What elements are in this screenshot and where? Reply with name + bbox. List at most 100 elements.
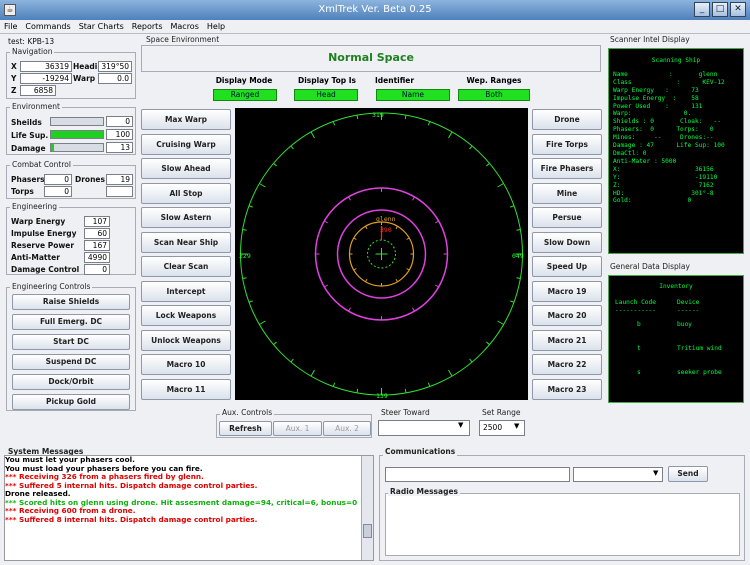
command-button[interactable]: Slow Astern (141, 207, 231, 228)
pickup-gold-button[interactable]: Pickup Gold (12, 394, 130, 410)
radar-tick (406, 268, 410, 271)
steer-toward-select[interactable] (378, 420, 470, 436)
menu-reports[interactable]: Reports (128, 20, 167, 33)
shields-bar (50, 117, 104, 126)
radar-tick (248, 205, 253, 208)
drones-label: Drones (75, 175, 105, 184)
refresh-button[interactable]: Refresh (219, 421, 272, 436)
aux1-button[interactable]: Aux. 1 (273, 421, 322, 436)
radar-tick (353, 268, 357, 271)
scanner-title: Scanner Intel Display (608, 35, 692, 44)
menu-star-charts[interactable]: Star Charts (75, 20, 128, 33)
weapon-ranges-label: Wep. Ranges (466, 76, 522, 85)
title-bar: XmlTrek Ver. Beta 0.25 (0, 0, 750, 20)
command-button[interactable]: Fire Phasers (532, 158, 602, 179)
command-button[interactable]: Unlock Weapons (141, 329, 231, 351)
shields-value: 0 (106, 116, 133, 127)
dock-orbit-button[interactable]: Dock/Orbit (12, 374, 130, 390)
launch-code-header: Launch Code (615, 298, 656, 306)
radar-tick (434, 284, 439, 288)
aux2-button[interactable]: Aux. 2 (323, 421, 371, 436)
scanner-line: DmaCtl: 0 (613, 149, 647, 157)
menu-macros[interactable]: Macros (166, 20, 202, 33)
command-button[interactable]: Macro 10 (141, 354, 231, 375)
scanner-line: Power Used : 131 (613, 102, 703, 110)
lifesup-value: 100 (106, 129, 133, 140)
window-title: XmlTrek Ver. Beta 0.25 (318, 4, 432, 15)
menu-file[interactable]: File (0, 20, 21, 33)
messages-scrollbar[interactable] (361, 456, 373, 560)
eng-label: Warp Energy (11, 217, 66, 226)
message-line: *** Suffered 8 internal hits. Dispatch d… (5, 514, 258, 524)
raise-shields-button[interactable]: Raise Shields (12, 294, 130, 310)
weapon-ranges-toggle[interactable]: Both (458, 89, 530, 101)
command-button[interactable]: Intercept (141, 280, 231, 302)
radio-messages-box (385, 493, 740, 556)
shields-label: Sheilds (11, 118, 42, 127)
command-button[interactable]: Scan Near Ship (141, 231, 231, 253)
scanner-line: Warp Energy : 73 (613, 86, 699, 94)
radar-tick (290, 358, 294, 363)
close-button[interactable]: ✕ (730, 2, 746, 17)
scanner-line: Warp: 0. (613, 110, 692, 118)
command-button[interactable]: Clear Scan (141, 256, 231, 277)
menu-help[interactable]: Help (203, 20, 229, 33)
start-dc-button[interactable]: Start DC (12, 334, 130, 350)
set-range-label: Set Range (480, 408, 523, 417)
nav-z-value: 6858 (20, 85, 56, 96)
menu-commands[interactable]: Commands (21, 20, 74, 33)
message-input[interactable] (385, 467, 570, 482)
scanner-lines: Name : glenn Class : KEV-12 Warp Energy : … (613, 71, 739, 205)
display-mode-label: Display Mode (215, 76, 273, 85)
chevron-down-icon: ▼ (653, 469, 659, 477)
command-button[interactable]: Max Warp (141, 109, 231, 130)
command-button[interactable]: Persue (532, 207, 602, 228)
radar-display[interactable] (235, 108, 528, 400)
radar-tick (516, 277, 521, 279)
radio-messages-title: Radio Messages (388, 487, 460, 496)
radar-tick (404, 115, 407, 120)
command-button[interactable]: Cruising Warp (141, 133, 231, 155)
scanner-line: X: 36156 (613, 165, 714, 173)
radar-tick (497, 320, 504, 325)
command-button[interactable]: Slow Down (532, 231, 602, 253)
device-header: Device (677, 298, 700, 306)
command-button[interactable]: Macro 23 (532, 378, 602, 400)
full-emerg-dc-button[interactable]: Full Emerg. DC (12, 314, 130, 330)
command-button[interactable]: Slow Ahead (141, 158, 231, 179)
recipient-select[interactable] (573, 467, 663, 482)
header-separator: ------ (677, 306, 700, 314)
eng-value: 167 (84, 240, 110, 251)
command-button[interactable]: Macro 11 (141, 378, 231, 400)
suspend-dc-button[interactable]: Suspend DC (12, 354, 130, 370)
command-button[interactable]: Macro 21 (532, 329, 602, 351)
command-button[interactable]: Fire Torps (532, 133, 602, 155)
command-button[interactable]: Mine (532, 182, 602, 204)
radar-tick (395, 278, 398, 282)
scanner-line: Y: -19110 (613, 173, 718, 181)
command-button[interactable]: All Stop (141, 182, 231, 204)
command-button[interactable]: Speed Up (532, 256, 602, 277)
command-button[interactable]: Lock Weapons (141, 305, 231, 326)
command-button[interactable]: Macro 19 (532, 280, 602, 302)
display-top-toggle[interactable]: Head (294, 89, 358, 101)
display-mode-toggle[interactable]: Ranged (213, 89, 277, 101)
command-button[interactable]: Macro 20 (532, 305, 602, 326)
general-data-title: General Data Display (608, 262, 692, 271)
command-button[interactable]: Macro 22 (532, 354, 602, 375)
radar-tick (412, 307, 415, 312)
maximize-button[interactable]: □ (712, 2, 728, 17)
warp-label: Warp (73, 74, 96, 83)
app-icon[interactable]: ☕ (4, 4, 16, 16)
steer-toward-label: Steer Toward (379, 408, 432, 417)
radar-tick (356, 115, 359, 120)
command-button[interactable]: Drone (532, 109, 602, 130)
engineering-controls-title: Engineering Controls (10, 282, 93, 291)
identifier-toggle[interactable]: Name (376, 89, 450, 101)
combat-extra-value (106, 186, 133, 197)
scroll-thumb[interactable] (363, 524, 372, 538)
minimize-button[interactable]: _ (694, 2, 710, 17)
send-button[interactable]: Send (668, 466, 708, 482)
radar-tick (395, 226, 398, 230)
radar-tick (497, 183, 504, 188)
